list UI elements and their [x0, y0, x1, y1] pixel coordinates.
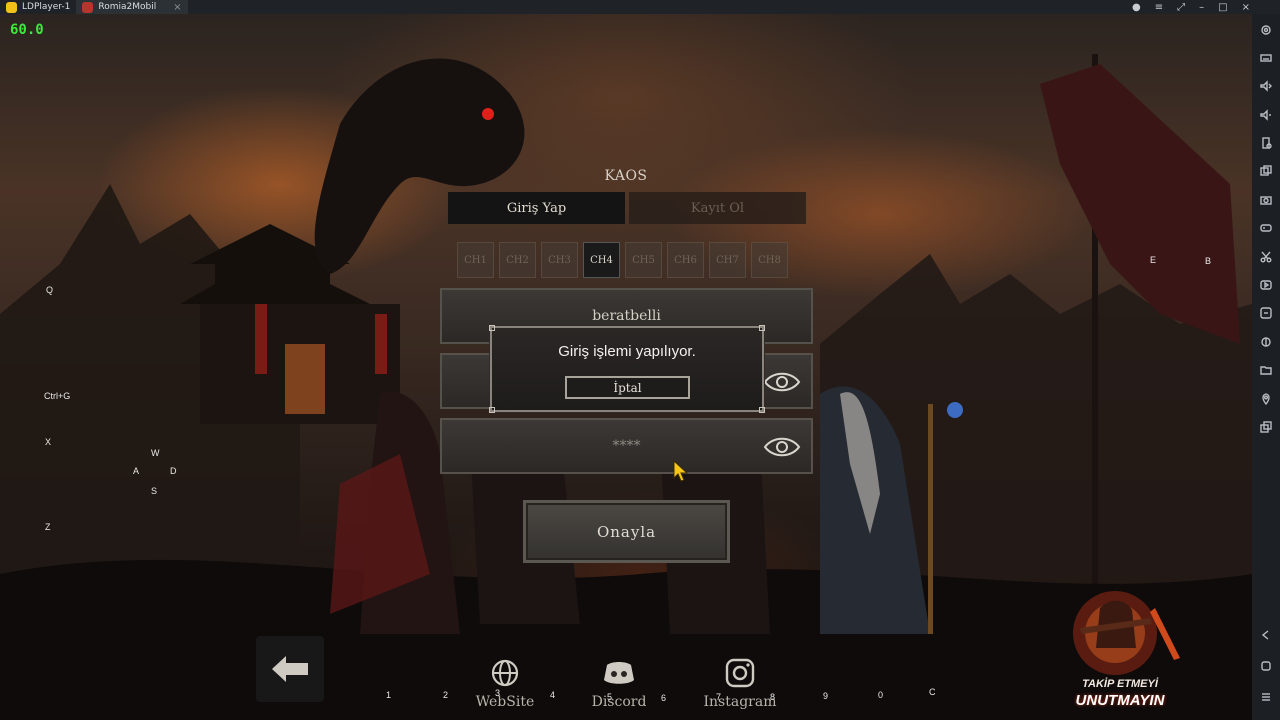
close-tab-icon[interactable]: × — [173, 2, 181, 13]
keymap-label: 9 — [823, 691, 829, 701]
sync-icon[interactable] — [1257, 332, 1275, 351]
back-button[interactable] — [256, 636, 324, 702]
keymap-label: B — [1205, 256, 1212, 266]
channel-selector: CH1 CH2 CH3 CH4 CH5 CH6 CH7 CH8 — [457, 242, 788, 278]
nav-recents-icon[interactable] — [1257, 687, 1275, 706]
instagram-link[interactable]: Instagram — [695, 658, 785, 710]
confirm-button[interactable]: Onayla — [523, 500, 730, 563]
multi-instance-icon[interactable] — [1257, 162, 1275, 181]
tab-register[interactable]: Kayıt Ol — [629, 192, 806, 224]
discord-label: Discord — [591, 694, 647, 710]
maximize-icon[interactable]: □ — [1218, 2, 1227, 13]
screenshot-icon[interactable] — [1257, 190, 1275, 209]
promo-line1: TAKİP ETMEYİ — [1082, 678, 1158, 690]
mouse-cursor-icon — [673, 460, 689, 482]
tab-label: LDPlayer-1 — [22, 2, 71, 12]
game-logo-icon — [82, 1, 94, 13]
copy-window-icon[interactable] — [1257, 417, 1275, 436]
volume-up-icon[interactable] — [1257, 77, 1275, 96]
android-nav — [1257, 625, 1275, 706]
rotate-icon[interactable] — [1257, 134, 1275, 153]
cancel-button[interactable]: İptal — [565, 376, 690, 399]
account-icon[interactable]: ● — [1132, 2, 1141, 13]
channel-button-selected[interactable]: CH4 — [583, 242, 620, 278]
discord-link[interactable]: Discord — [574, 658, 664, 710]
dialog-corner — [759, 407, 765, 413]
keymap-label: Q — [46, 285, 54, 295]
nav-back-icon[interactable] — [1257, 625, 1275, 644]
emulator-sidebar — [1252, 14, 1280, 720]
follow-promo-badge: TAKİP ETMEYİ UNUTMAYIN — [1040, 588, 1200, 718]
tab-label: Romia2Mobil — [98, 2, 157, 12]
login-tabs: Giriş Yap Kayıt Ol — [448, 192, 806, 224]
username-value: beratbelli — [592, 308, 661, 324]
record-video-icon[interactable] — [1257, 276, 1275, 295]
close-window-icon[interactable]: × — [1242, 2, 1250, 13]
keymap-label: X — [45, 437, 52, 447]
keymap-label: W — [151, 448, 160, 458]
keymap-label: A — [133, 466, 140, 476]
keymap-label: Ctrl+G — [44, 391, 71, 401]
arrow-left-icon — [272, 656, 308, 682]
tab-romia2mobil[interactable]: Romia2Mobil × — [76, 0, 188, 14]
menu-icon[interactable]: ≡ — [1155, 2, 1163, 13]
tab-login[interactable]: Giriş Yap — [448, 192, 625, 224]
instagram-label: Instagram — [703, 694, 777, 710]
dialog-corner — [489, 325, 495, 331]
emulator-window: LDPlayer-1 Romia2Mobil × ● ≡ ⤢ – □ × 60.… — [0, 0, 1280, 720]
warrior-emblem-icon — [1073, 591, 1180, 675]
loading-dialog: Giriş işlemi yapılıyor. İptal — [489, 325, 765, 413]
keymap-label: Z — [45, 522, 51, 532]
channel-button[interactable]: CH8 — [751, 242, 788, 278]
game-viewport[interactable]: 60.0 Q Ctrl+G X W A D S Z E B 1 2 3 4 5 … — [0, 14, 1252, 720]
title-bar: LDPlayer-1 Romia2Mobil × ● ≡ ⤢ – □ × — [0, 0, 1280, 14]
dialog-corner — [759, 325, 765, 331]
globe-icon — [491, 659, 519, 687]
channel-button[interactable]: CH7 — [709, 242, 746, 278]
keymap-label: E — [1150, 255, 1157, 265]
website-link[interactable]: WebSite — [460, 658, 550, 710]
website-label: WebSite — [475, 694, 535, 710]
channel-button[interactable]: CH2 — [499, 242, 536, 278]
gamepad-icon[interactable] — [1257, 219, 1275, 238]
nav-home-icon[interactable] — [1257, 656, 1275, 675]
server-title: KAOS — [604, 168, 648, 184]
window-controls: ● ≡ ⤢ – □ × — [1132, 0, 1250, 14]
tab-ldplayer[interactable]: LDPlayer-1 — [0, 0, 76, 14]
volume-down-icon[interactable] — [1257, 105, 1275, 124]
channel-button[interactable]: CH3 — [541, 242, 578, 278]
channel-button[interactable]: CH6 — [667, 242, 704, 278]
keyboard-icon[interactable] — [1257, 48, 1275, 67]
keymap-label: 1 — [386, 690, 392, 700]
folder-icon[interactable] — [1257, 361, 1275, 380]
minimize-icon[interactable]: – — [1199, 2, 1204, 13]
show-password-icon[interactable] — [763, 369, 801, 395]
location-icon[interactable] — [1257, 389, 1275, 408]
keymap-label: 2 — [443, 690, 449, 700]
promo-line2: UNUTMAYIN — [1075, 692, 1165, 709]
macro-icon[interactable] — [1257, 304, 1275, 323]
scissors-icon[interactable] — [1257, 247, 1275, 266]
expand-icon[interactable]: ⤢ — [1177, 2, 1185, 13]
settings-icon[interactable] — [1257, 20, 1275, 39]
password-confirm-field[interactable]: **** — [440, 418, 813, 474]
ldplayer-logo-icon — [6, 1, 17, 13]
show-password-icon[interactable] — [763, 434, 801, 460]
keymap-label: D — [170, 466, 177, 476]
channel-button[interactable]: CH5 — [625, 242, 662, 278]
dialog-message: Giriş işlemi yapılıyor. — [558, 343, 696, 360]
keymap-label: C — [929, 687, 936, 697]
instagram-icon — [725, 658, 755, 688]
channel-button[interactable]: CH1 — [457, 242, 494, 278]
password-masked-value: **** — [612, 438, 641, 454]
discord-icon — [604, 662, 634, 684]
keymap-label: S — [151, 486, 158, 496]
keymap-label: 0 — [878, 690, 884, 700]
dialog-corner — [489, 407, 495, 413]
keymap-label: 4 — [550, 690, 556, 700]
fps-counter: 60.0 — [10, 22, 44, 38]
